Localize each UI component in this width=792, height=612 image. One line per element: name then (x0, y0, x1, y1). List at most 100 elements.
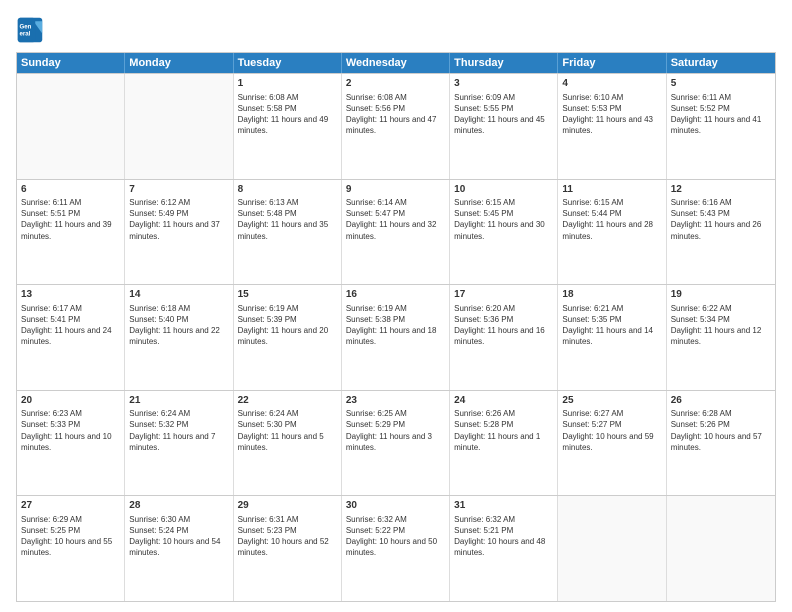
day-header-monday: Monday (125, 53, 233, 73)
table-row: 17Sunrise: 6:20 AMSunset: 5:36 PMDayligh… (450, 285, 558, 390)
day-info: Sunrise: 6:10 AMSunset: 5:53 PMDaylight:… (562, 92, 661, 137)
table-row: 13Sunrise: 6:17 AMSunset: 5:41 PMDayligh… (17, 285, 125, 390)
day-number: 25 (562, 394, 661, 408)
day-info: Sunrise: 6:25 AMSunset: 5:29 PMDaylight:… (346, 408, 445, 453)
svg-text:eral: eral (20, 30, 31, 37)
table-row: 25Sunrise: 6:27 AMSunset: 5:27 PMDayligh… (558, 391, 666, 496)
day-info: Sunrise: 6:30 AMSunset: 5:24 PMDaylight:… (129, 514, 228, 559)
table-row (667, 496, 775, 601)
day-header-sunday: Sunday (17, 53, 125, 73)
table-row: 4Sunrise: 6:10 AMSunset: 5:53 PMDaylight… (558, 74, 666, 179)
table-row: 2Sunrise: 6:08 AMSunset: 5:56 PMDaylight… (342, 74, 450, 179)
page: Gen eral SundayMondayTuesdayWednesdayThu… (0, 0, 792, 612)
calendar-body: 1Sunrise: 6:08 AMSunset: 5:58 PMDaylight… (17, 73, 775, 601)
day-info: Sunrise: 6:19 AMSunset: 5:38 PMDaylight:… (346, 303, 445, 348)
day-number: 11 (562, 183, 661, 197)
table-row: 30Sunrise: 6:32 AMSunset: 5:22 PMDayligh… (342, 496, 450, 601)
day-info: Sunrise: 6:31 AMSunset: 5:23 PMDaylight:… (238, 514, 337, 559)
calendar-week-3: 13Sunrise: 6:17 AMSunset: 5:41 PMDayligh… (17, 284, 775, 390)
logo-icon: Gen eral (16, 16, 44, 44)
day-info: Sunrise: 6:18 AMSunset: 5:40 PMDaylight:… (129, 303, 228, 348)
table-row: 18Sunrise: 6:21 AMSunset: 5:35 PMDayligh… (558, 285, 666, 390)
day-number: 10 (454, 183, 553, 197)
day-number: 30 (346, 499, 445, 513)
table-row: 6Sunrise: 6:11 AMSunset: 5:51 PMDaylight… (17, 180, 125, 285)
calendar-week-4: 20Sunrise: 6:23 AMSunset: 5:33 PMDayligh… (17, 390, 775, 496)
day-info: Sunrise: 6:09 AMSunset: 5:55 PMDaylight:… (454, 92, 553, 137)
calendar-week-1: 1Sunrise: 6:08 AMSunset: 5:58 PMDaylight… (17, 73, 775, 179)
table-row: 20Sunrise: 6:23 AMSunset: 5:33 PMDayligh… (17, 391, 125, 496)
day-info: Sunrise: 6:32 AMSunset: 5:22 PMDaylight:… (346, 514, 445, 559)
table-row: 28Sunrise: 6:30 AMSunset: 5:24 PMDayligh… (125, 496, 233, 601)
day-info: Sunrise: 6:08 AMSunset: 5:58 PMDaylight:… (238, 92, 337, 137)
day-info: Sunrise: 6:21 AMSunset: 5:35 PMDaylight:… (562, 303, 661, 348)
table-row: 23Sunrise: 6:25 AMSunset: 5:29 PMDayligh… (342, 391, 450, 496)
table-row: 15Sunrise: 6:19 AMSunset: 5:39 PMDayligh… (234, 285, 342, 390)
calendar-week-5: 27Sunrise: 6:29 AMSunset: 5:25 PMDayligh… (17, 495, 775, 601)
table-row: 24Sunrise: 6:26 AMSunset: 5:28 PMDayligh… (450, 391, 558, 496)
table-row: 21Sunrise: 6:24 AMSunset: 5:32 PMDayligh… (125, 391, 233, 496)
day-info: Sunrise: 6:32 AMSunset: 5:21 PMDaylight:… (454, 514, 553, 559)
table-row (125, 74, 233, 179)
table-row: 1Sunrise: 6:08 AMSunset: 5:58 PMDaylight… (234, 74, 342, 179)
calendar: SundayMondayTuesdayWednesdayThursdayFrid… (16, 52, 776, 602)
table-row: 12Sunrise: 6:16 AMSunset: 5:43 PMDayligh… (667, 180, 775, 285)
day-number: 23 (346, 394, 445, 408)
header: Gen eral (16, 16, 776, 44)
day-info: Sunrise: 6:29 AMSunset: 5:25 PMDaylight:… (21, 514, 120, 559)
table-row: 19Sunrise: 6:22 AMSunset: 5:34 PMDayligh… (667, 285, 775, 390)
table-row: 22Sunrise: 6:24 AMSunset: 5:30 PMDayligh… (234, 391, 342, 496)
day-number: 8 (238, 183, 337, 197)
calendar-week-2: 6Sunrise: 6:11 AMSunset: 5:51 PMDaylight… (17, 179, 775, 285)
calendar-header-row: SundayMondayTuesdayWednesdayThursdayFrid… (17, 53, 775, 73)
table-row: 27Sunrise: 6:29 AMSunset: 5:25 PMDayligh… (17, 496, 125, 601)
table-row: 7Sunrise: 6:12 AMSunset: 5:49 PMDaylight… (125, 180, 233, 285)
day-number: 5 (671, 77, 771, 91)
day-info: Sunrise: 6:11 AMSunset: 5:52 PMDaylight:… (671, 92, 771, 137)
day-number: 16 (346, 288, 445, 302)
day-number: 7 (129, 183, 228, 197)
table-row: 3Sunrise: 6:09 AMSunset: 5:55 PMDaylight… (450, 74, 558, 179)
day-number: 2 (346, 77, 445, 91)
day-info: Sunrise: 6:23 AMSunset: 5:33 PMDaylight:… (21, 408, 120, 453)
day-number: 3 (454, 77, 553, 91)
svg-text:Gen: Gen (20, 23, 32, 30)
table-row: 31Sunrise: 6:32 AMSunset: 5:21 PMDayligh… (450, 496, 558, 601)
day-info: Sunrise: 6:20 AMSunset: 5:36 PMDaylight:… (454, 303, 553, 348)
day-info: Sunrise: 6:16 AMSunset: 5:43 PMDaylight:… (671, 197, 771, 242)
table-row: 16Sunrise: 6:19 AMSunset: 5:38 PMDayligh… (342, 285, 450, 390)
day-header-thursday: Thursday (450, 53, 558, 73)
day-number: 18 (562, 288, 661, 302)
table-row (558, 496, 666, 601)
day-number: 27 (21, 499, 120, 513)
day-number: 15 (238, 288, 337, 302)
day-info: Sunrise: 6:15 AMSunset: 5:44 PMDaylight:… (562, 197, 661, 242)
logo: Gen eral (16, 16, 48, 44)
day-info: Sunrise: 6:17 AMSunset: 5:41 PMDaylight:… (21, 303, 120, 348)
day-info: Sunrise: 6:15 AMSunset: 5:45 PMDaylight:… (454, 197, 553, 242)
day-header-tuesday: Tuesday (234, 53, 342, 73)
day-number: 12 (671, 183, 771, 197)
day-number: 24 (454, 394, 553, 408)
day-info: Sunrise: 6:26 AMSunset: 5:28 PMDaylight:… (454, 408, 553, 453)
table-row: 10Sunrise: 6:15 AMSunset: 5:45 PMDayligh… (450, 180, 558, 285)
day-number: 9 (346, 183, 445, 197)
table-row: 8Sunrise: 6:13 AMSunset: 5:48 PMDaylight… (234, 180, 342, 285)
day-number: 29 (238, 499, 337, 513)
day-info: Sunrise: 6:11 AMSunset: 5:51 PMDaylight:… (21, 197, 120, 242)
table-row: 14Sunrise: 6:18 AMSunset: 5:40 PMDayligh… (125, 285, 233, 390)
table-row: 26Sunrise: 6:28 AMSunset: 5:26 PMDayligh… (667, 391, 775, 496)
day-info: Sunrise: 6:08 AMSunset: 5:56 PMDaylight:… (346, 92, 445, 137)
table-row: 9Sunrise: 6:14 AMSunset: 5:47 PMDaylight… (342, 180, 450, 285)
day-number: 26 (671, 394, 771, 408)
day-info: Sunrise: 6:13 AMSunset: 5:48 PMDaylight:… (238, 197, 337, 242)
day-header-friday: Friday (558, 53, 666, 73)
day-info: Sunrise: 6:14 AMSunset: 5:47 PMDaylight:… (346, 197, 445, 242)
day-info: Sunrise: 6:28 AMSunset: 5:26 PMDaylight:… (671, 408, 771, 453)
day-number: 28 (129, 499, 228, 513)
table-row: 29Sunrise: 6:31 AMSunset: 5:23 PMDayligh… (234, 496, 342, 601)
day-info: Sunrise: 6:22 AMSunset: 5:34 PMDaylight:… (671, 303, 771, 348)
day-number: 31 (454, 499, 553, 513)
day-info: Sunrise: 6:12 AMSunset: 5:49 PMDaylight:… (129, 197, 228, 242)
table-row: 11Sunrise: 6:15 AMSunset: 5:44 PMDayligh… (558, 180, 666, 285)
